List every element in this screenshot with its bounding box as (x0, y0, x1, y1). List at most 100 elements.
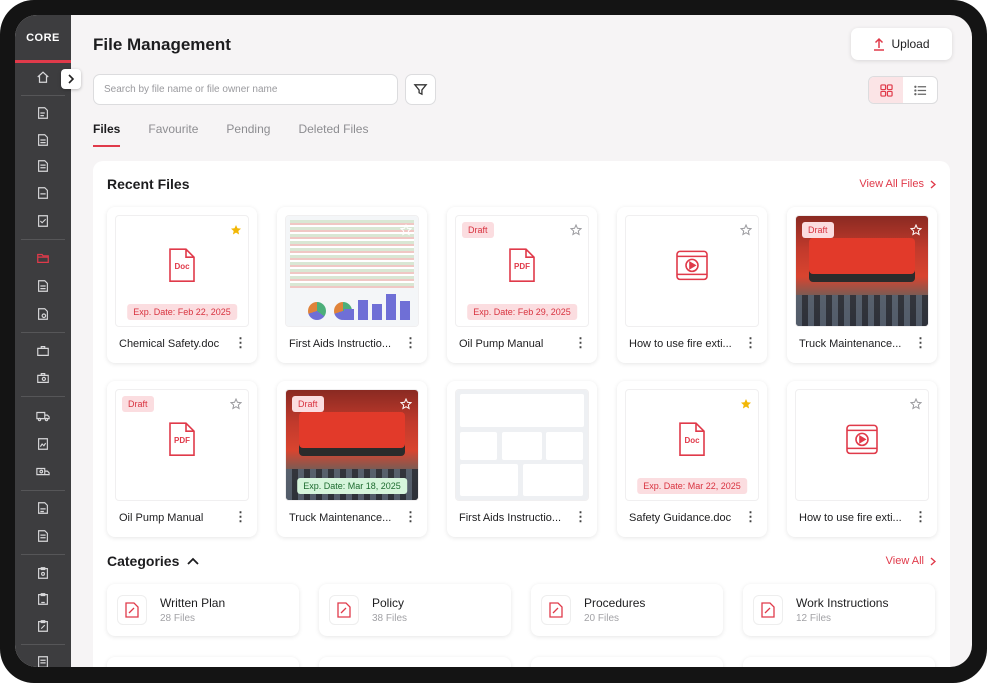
clipboard-user-icon[interactable] (15, 562, 71, 584)
more-options-icon[interactable]: ⋮ (234, 510, 247, 523)
star-filled-icon[interactable] (230, 223, 242, 241)
category-file-icon (753, 595, 783, 625)
file-card[interactable]: Draft Truck Maintenance... ⋮ (787, 207, 937, 363)
view-all-files-link[interactable]: View All Files (859, 178, 936, 190)
category-file-icon (117, 595, 147, 625)
star-outline-icon[interactable] (909, 397, 923, 415)
checklist-icon[interactable] (15, 210, 71, 232)
file-card[interactable]: How to use fire exti... ⋮ (787, 381, 937, 537)
filter-button[interactable] (405, 74, 436, 105)
report-icon[interactable] (15, 182, 71, 204)
file-card[interactable]: First Aids Instructio... ⋮ (447, 381, 597, 537)
category-card[interactable]: Procedures 20 Files (531, 584, 723, 636)
category-card-partial[interactable] (531, 657, 723, 667)
edit-doc-icon[interactable] (15, 102, 71, 124)
more-options-icon[interactable]: ⋮ (744, 510, 757, 523)
more-options-icon[interactable]: ⋮ (404, 336, 417, 349)
view-all-files-label: View All Files (859, 178, 924, 190)
expiry-badge: Exp. Date: Feb 22, 2025 (127, 304, 237, 320)
truck-settings-icon[interactable] (15, 461, 71, 483)
page-lines-icon[interactable] (15, 525, 71, 547)
file-thumbnail[interactable] (795, 389, 929, 501)
clipboard-person-icon[interactable] (15, 588, 71, 610)
file-name: Safety Guidance.doc (629, 512, 732, 524)
star-outline-icon[interactable] (909, 223, 923, 241)
grid-view-button[interactable] (869, 77, 903, 103)
star-outline-icon[interactable] (739, 223, 753, 241)
file-thumbnail[interactable]: Doc Exp. Date: Mar 22, 2025 (625, 389, 759, 501)
video-file-icon (675, 248, 709, 287)
category-card[interactable]: Policy 38 Files (319, 584, 511, 636)
clipboard-edit-icon[interactable] (15, 615, 71, 637)
file-card[interactable]: PDF Draft Exp. Date: Feb 29, 2025 Oil Pump … (447, 207, 597, 363)
file-thumbnail[interactable]: Draft Exp. Date: Mar 18, 2025 (285, 389, 419, 501)
more-options-icon[interactable]: ⋮ (574, 336, 587, 349)
file-card[interactable]: How to use fire exti... ⋮ (617, 207, 767, 363)
star-outline-icon[interactable] (399, 397, 413, 415)
more-options-icon[interactable]: ⋮ (234, 336, 247, 349)
category-card[interactable]: Written Plan 28 Files (107, 584, 299, 636)
categories-header[interactable]: Categories (107, 553, 199, 569)
list-view-button[interactable] (903, 77, 937, 103)
briefcase-icon[interactable] (15, 340, 71, 362)
archive-icon[interactable] (15, 651, 71, 667)
view-all-categories-label: View All (885, 555, 924, 567)
file-thumbnail[interactable]: Doc Exp. Date: Feb 22, 2025 (115, 215, 249, 327)
search-input[interactable] (93, 74, 398, 105)
more-options-icon[interactable]: ⋮ (914, 336, 927, 349)
file-name: How to use fire exti... (799, 512, 902, 524)
sidebar-expand-button[interactable] (61, 69, 81, 89)
file-card[interactable]: Doc Exp. Date: Feb 22, 2025 Chemical Safet… (107, 207, 257, 363)
file-card[interactable]: PDF Draft Oil Pump Manual ⋮ (107, 381, 257, 537)
file-text-icon[interactable] (15, 275, 71, 297)
file-thumbnail[interactable]: Draft (795, 215, 929, 327)
category-name: Procedures (584, 596, 646, 610)
file-card[interactable]: Doc Exp. Date: Mar 22, 2025 Safety Guidanc… (617, 381, 767, 537)
file-search-icon[interactable] (15, 303, 71, 325)
star-outline-icon[interactable] (229, 397, 243, 415)
upload-button[interactable]: Upload (851, 28, 952, 60)
star-outline-icon[interactable] (569, 397, 583, 415)
more-options-icon[interactable]: ⋮ (914, 510, 927, 523)
file-card[interactable]: Draft Exp. Date: Mar 18, 2025 Truck Mainte… (277, 381, 427, 537)
upload-label: Upload (891, 37, 930, 51)
tab-pending[interactable]: Pending (226, 122, 270, 147)
category-count: 20 Files (584, 613, 620, 624)
pdf-file-icon: PDF (167, 421, 197, 462)
file-thumbnail[interactable]: PDF Draft (115, 389, 249, 501)
file-name: Truck Maintenance... (799, 338, 902, 350)
file-thumbnail[interactable] (455, 389, 589, 501)
star-outline-icon[interactable] (399, 223, 413, 241)
folder-active-icon[interactable] (15, 247, 71, 269)
files-panel: Recent Files View All Files Doc Exp. Date… (93, 161, 950, 667)
page-icon[interactable] (15, 497, 71, 519)
document-list-icon[interactable] (15, 155, 71, 177)
document-icon[interactable] (15, 129, 71, 151)
category-count: 28 Files (160, 613, 196, 624)
category-card-partial[interactable] (107, 657, 299, 667)
more-options-icon[interactable]: ⋮ (744, 336, 757, 349)
briefcase-search-icon[interactable] (15, 367, 71, 389)
tab-deleted-files[interactable]: Deleted Files (298, 122, 368, 147)
view-all-categories-link[interactable]: View All (886, 555, 936, 567)
image-file-icon[interactable] (15, 433, 71, 455)
category-card-partial[interactable] (319, 657, 511, 667)
file-thumbnail[interactable] (625, 215, 759, 327)
file-type-label: Doc (174, 262, 190, 272)
more-options-icon[interactable]: ⋮ (404, 510, 417, 523)
file-thumbnail[interactable] (285, 215, 419, 327)
app-logo[interactable]: CORE (15, 15, 71, 63)
star-filled-icon[interactable] (740, 397, 752, 415)
star-outline-icon[interactable] (569, 223, 583, 241)
file-type-label: Doc (684, 436, 700, 446)
tab-files[interactable]: Files (93, 122, 121, 147)
tab-favourite[interactable]: Favourite (148, 122, 198, 147)
file-thumbnail[interactable]: PDF Draft Exp. Date: Feb 29, 2025 (455, 215, 589, 327)
page-title: File Management (93, 35, 231, 54)
category-name: Written Plan (160, 596, 226, 610)
file-card[interactable]: First Aids Instructio... ⋮ (277, 207, 427, 363)
more-options-icon[interactable]: ⋮ (574, 510, 587, 523)
category-card-partial[interactable] (743, 657, 935, 667)
truck-icon[interactable] (15, 405, 71, 427)
category-card[interactable]: Work Instructions 12 Files (743, 584, 935, 636)
